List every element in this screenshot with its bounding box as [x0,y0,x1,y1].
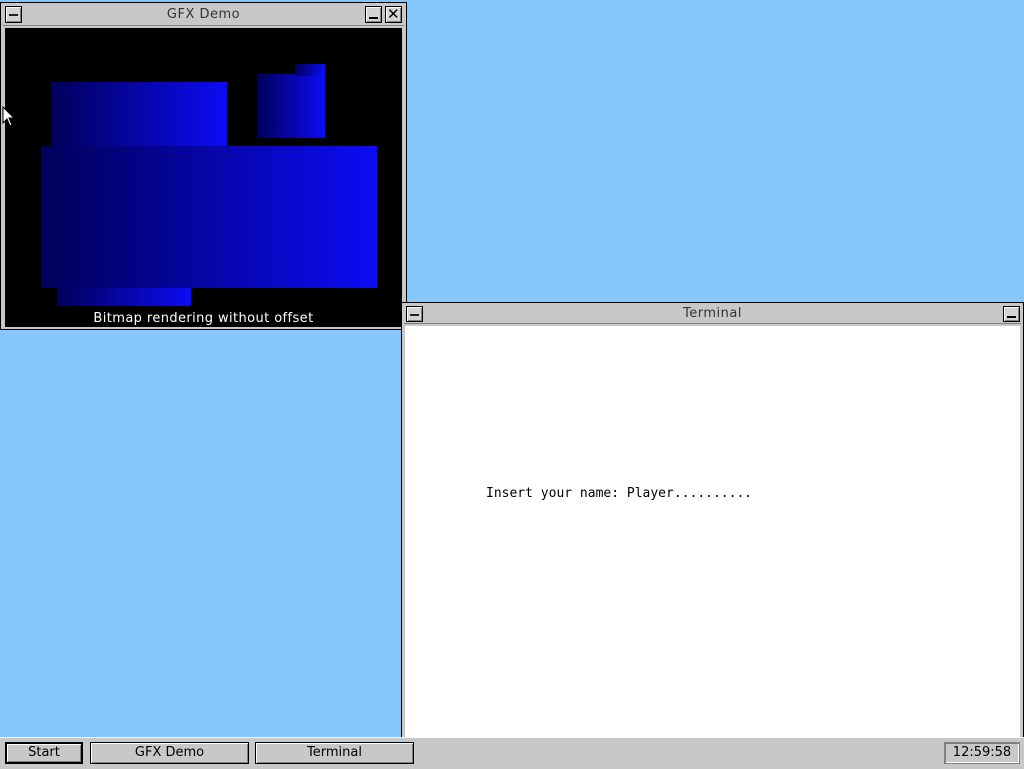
clock: 12:59:58 [944,742,1020,764]
system-menu-icon[interactable] [406,306,423,322]
taskbar: Start GFX Demo Terminal 12:59:58 [0,737,1024,769]
minimize-icon[interactable] [365,6,382,23]
minimize-icon[interactable] [1003,306,1020,322]
terminal-window[interactable]: Terminal Insert your name: Player.......… [401,302,1024,738]
terminal-output[interactable]: Insert your name: Player.......... [405,326,1020,737]
mouse-cursor-icon [2,106,16,127]
gfx-canvas: Bitmap rendering without offset [5,28,402,327]
terminal-titlebar[interactable]: Terminal [404,305,1021,324]
window-title: GFX Demo [166,7,241,22]
taskbar-item-terminal[interactable]: Terminal [255,742,414,764]
window-title: Terminal [683,306,742,321]
taskbar-item-gfx-demo[interactable]: GFX Demo [90,742,249,764]
close-icon[interactable]: ✕ [385,6,402,23]
start-button[interactable]: Start [5,742,83,764]
gfx-caption: Bitmap rendering without offset [93,311,314,326]
gfx-demo-window[interactable]: GFX Demo ✕ Bitmap rendering without offs… [0,2,407,330]
gfx-demo-titlebar[interactable]: GFX Demo ✕ [3,5,404,26]
name-prompt: Insert your name: Player.......... [486,486,753,501]
bitmap-render [41,64,377,310]
system-menu-icon[interactable] [5,6,22,23]
